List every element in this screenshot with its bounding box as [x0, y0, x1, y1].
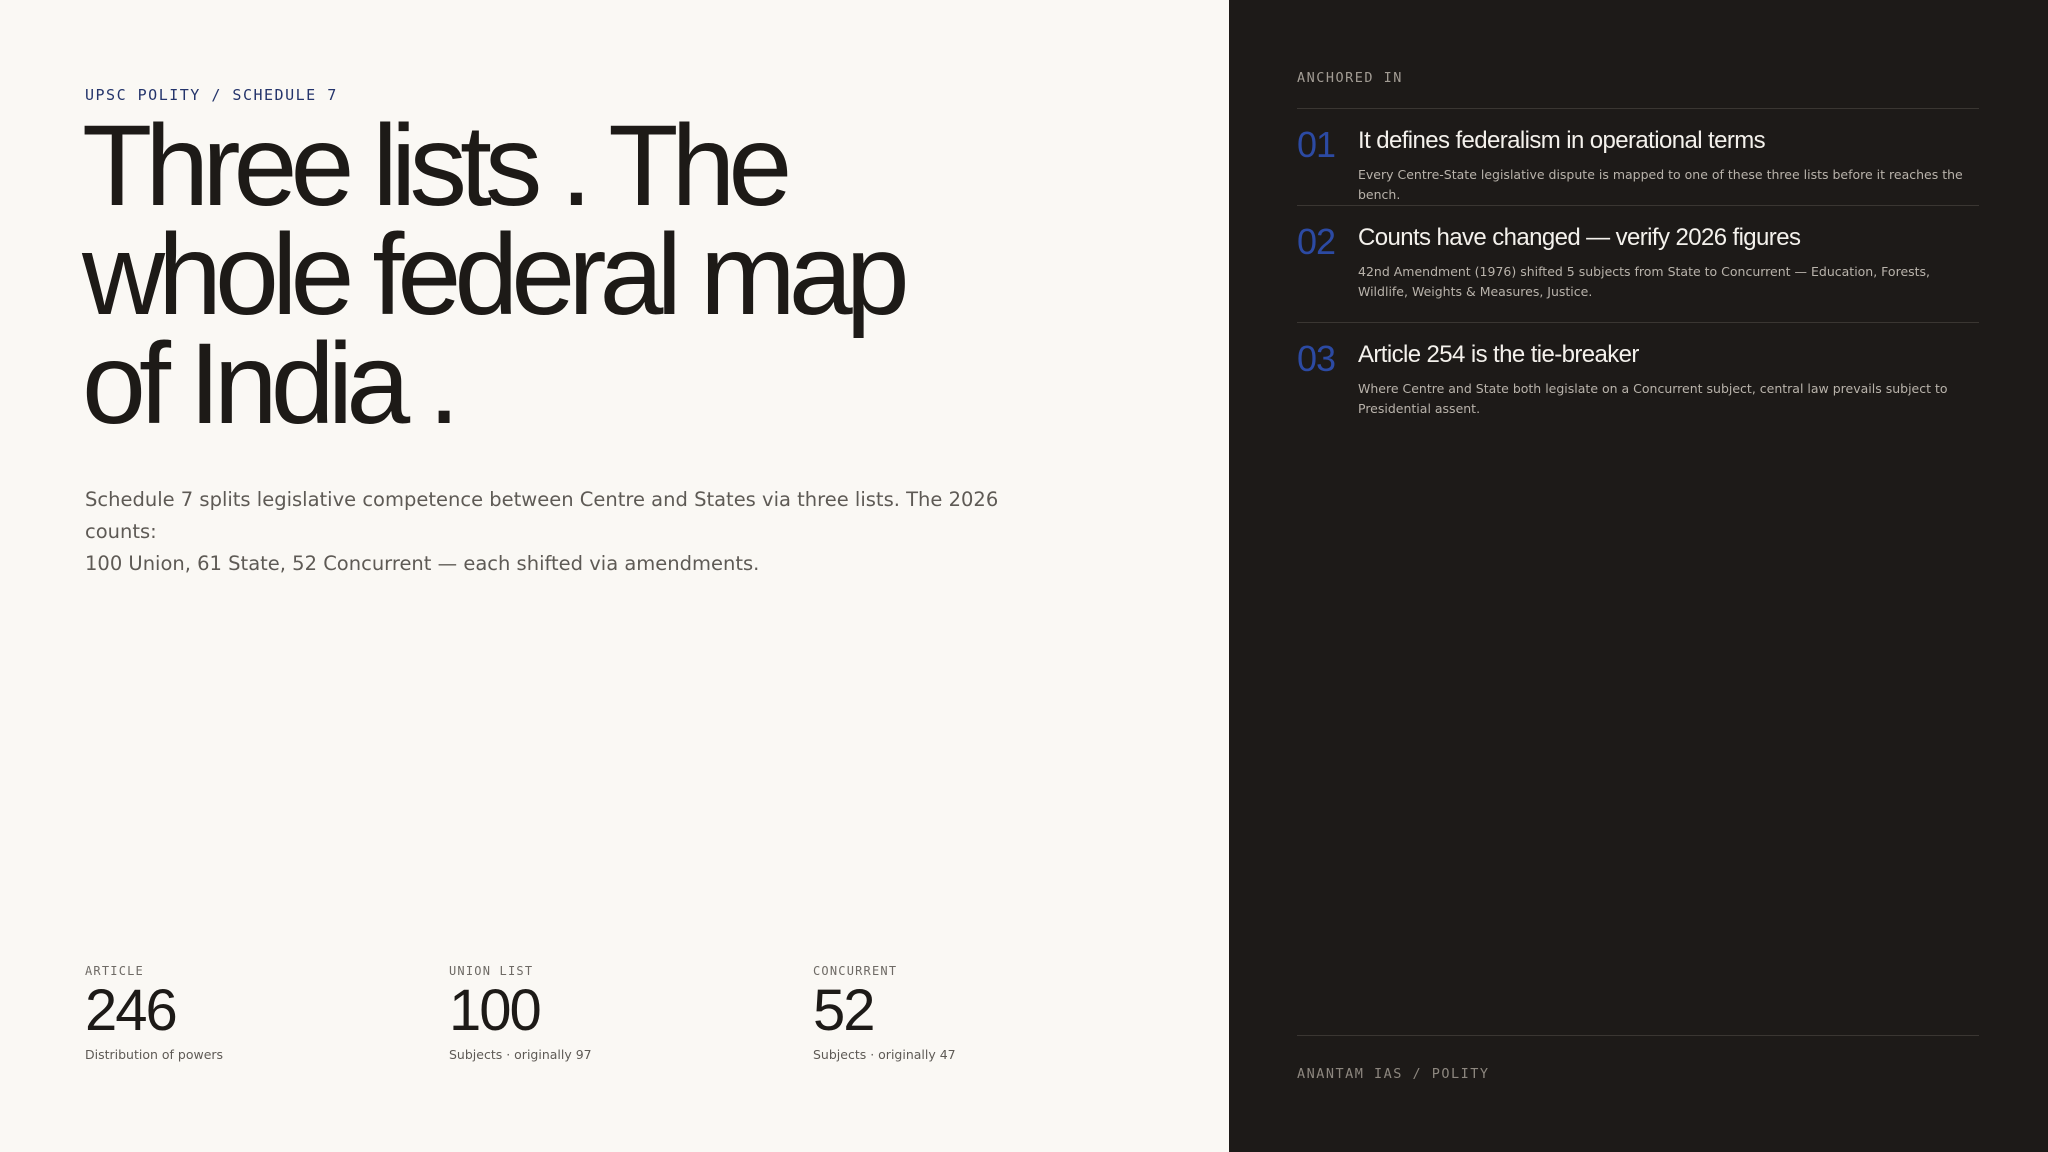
sidebar-label: ANCHORED IN [1297, 70, 1403, 86]
lede-line: Schedule 7 splits legislative competence… [85, 488, 999, 543]
anchor-list: 01 It defines federalism in operational … [1297, 108, 1979, 440]
headline: Three lists . The whole federal map of I… [82, 102, 1202, 448]
stat-concurrent: CONCURRENT 52 Subjects · originally 47 [813, 964, 1113, 1062]
headline-line: whole federal map [82, 211, 910, 339]
sidebar-panel: ANCHORED IN 01 It defines federalism in … [1229, 0, 2048, 1152]
footer-divider [1297, 1035, 1979, 1036]
item-number: 02 [1297, 221, 1336, 262]
item-title: Counts have changed — verify 2026 figure… [1358, 224, 1801, 251]
headline-line: of India . [82, 320, 460, 448]
item-description: Where Centre and State both legislate on… [1358, 381, 1948, 416]
item-number: 01 [1297, 124, 1336, 165]
headline-line: Three lists . The [82, 102, 792, 230]
item-number: 03 [1297, 338, 1336, 379]
item-title: Article 254 is the tie-breaker [1358, 341, 1639, 368]
slide: UPSC POLITY / SCHEDULE 7 Three lists . T… [0, 0, 2048, 1152]
stat-value: 100 [449, 978, 542, 1043]
main-panel: UPSC POLITY / SCHEDULE 7 Three lists . T… [0, 0, 1229, 1152]
item-description: 42nd Amendment (1976) shifted 5 subjects… [1358, 264, 1931, 299]
stat-value: 246 [85, 978, 178, 1043]
list-item: 03 Article 254 is the tie-breaker Where … [1297, 323, 1979, 440]
lede-paragraph: Schedule 7 splits legislative competence… [85, 484, 1065, 580]
stat-union-list: UNION LIST 100 Subjects · originally 97 [449, 964, 749, 1062]
stat-caption: Subjects · originally 47 [813, 1047, 956, 1062]
list-item: 02 Counts have changed — verify 2026 fig… [1297, 206, 1979, 323]
stat-value: 52 [813, 978, 876, 1043]
item-title: It defines federalism in operational ter… [1358, 127, 1766, 154]
lede-line: 100 Union, 61 State, 52 Concurrent — eac… [85, 552, 760, 575]
item-description: Every Centre-State legislative dispute i… [1358, 167, 1963, 202]
stat-article: ARTICLE 246 Distribution of powers [85, 964, 385, 1062]
footer-label: ANANTAM IAS / POLITY [1297, 1066, 1490, 1082]
stats-row: ARTICLE 246 Distribution of powers UNION… [85, 964, 1185, 1074]
stat-caption: Distribution of powers [85, 1047, 224, 1062]
stat-caption: Subjects · originally 97 [449, 1047, 592, 1062]
list-item: 01 It defines federalism in operational … [1297, 109, 1979, 206]
